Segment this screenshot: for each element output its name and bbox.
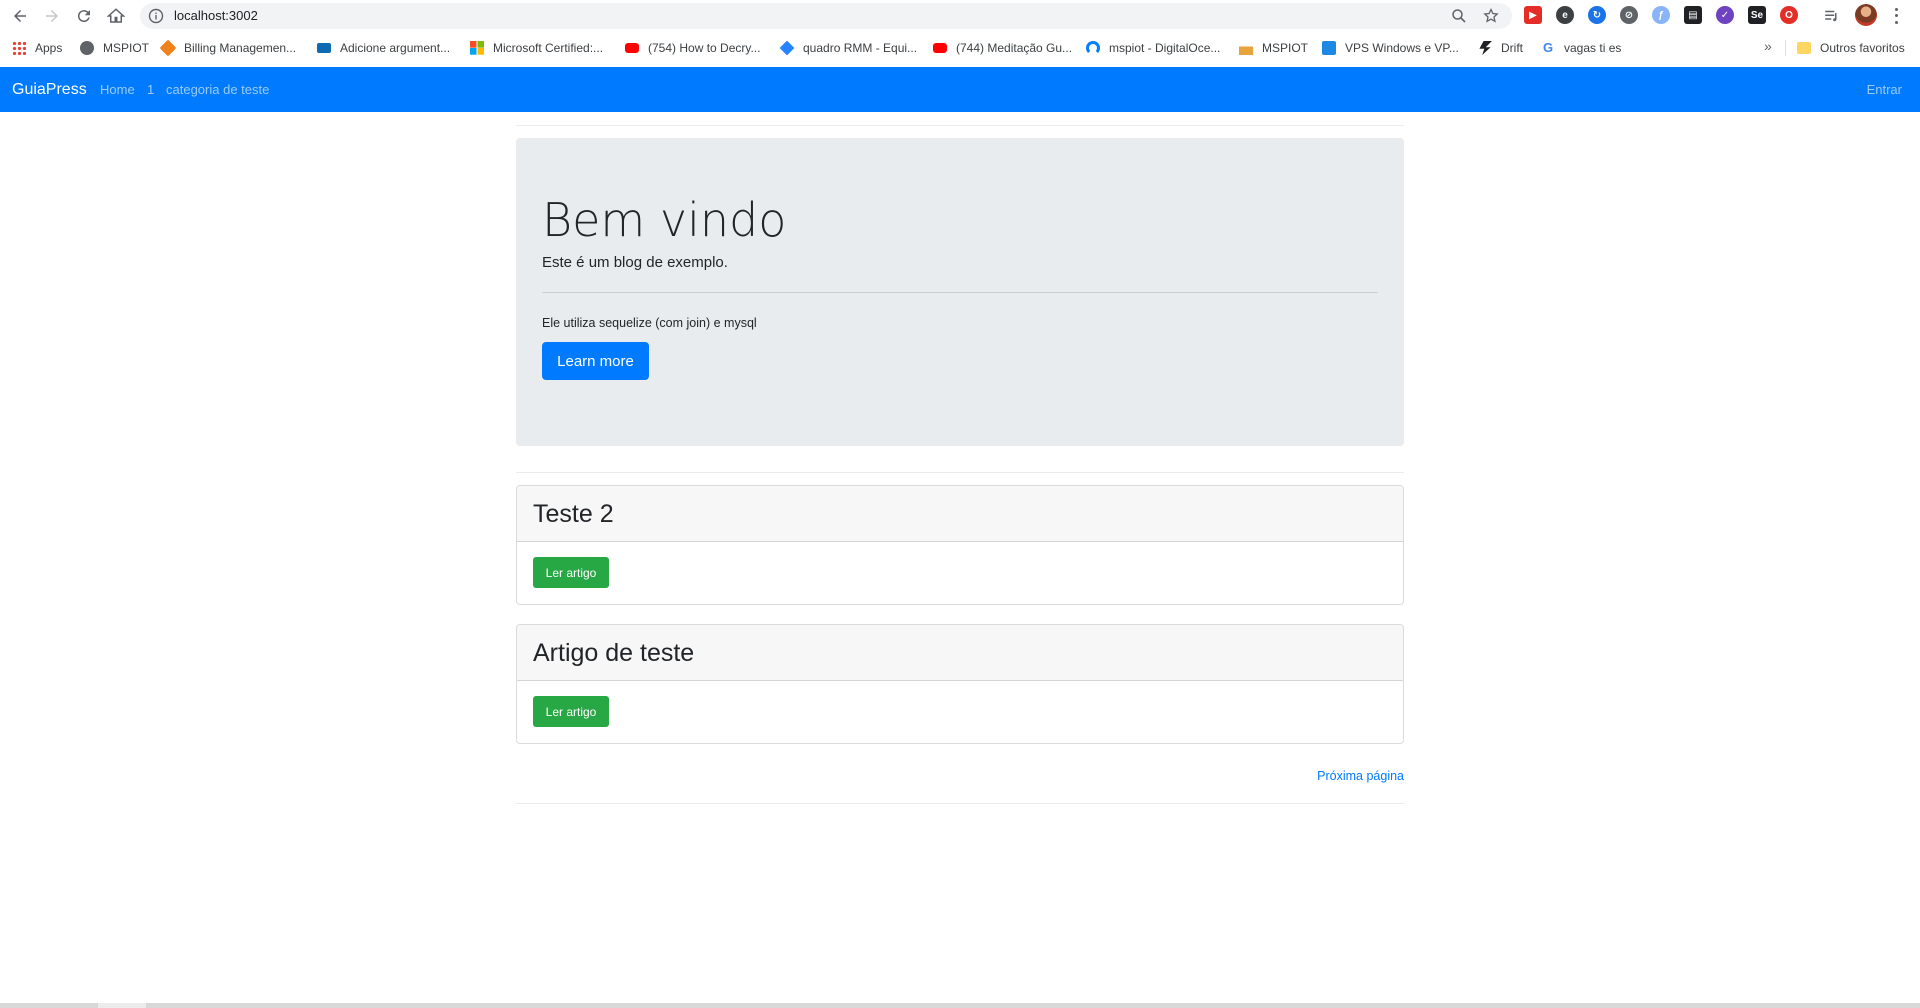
bookmark-label: Drift <box>1501 41 1523 55</box>
folder-icon <box>1797 42 1811 54</box>
chart-icon <box>1239 41 1253 55</box>
bookmark-label: quadro RMM - Equi... <box>803 41 918 55</box>
bookmark-youtube-754[interactable]: (754) How to Decry... <box>625 38 760 58</box>
bookmark-label: Adicione argument... <box>340 41 451 55</box>
billing-icon <box>159 39 177 57</box>
article-card-header: Teste 2 <box>517 486 1403 542</box>
bookmark-adicione[interactable]: Adicione argument... <box>317 38 450 58</box>
bookmarks-bar: Apps MSPIOT Billing Managemen... Adicion… <box>0 34 1920 62</box>
article-card: Artigo de teste Ler artigo <box>516 624 1404 744</box>
read-article-button[interactable]: Ler artigo <box>533 696 609 727</box>
bookmark-label: (754) How to Decry... <box>648 41 761 55</box>
extension-check-icon[interactable]: ✓ <box>1716 6 1734 24</box>
bookmark-drift[interactable]: Drift <box>1478 38 1523 58</box>
jumbotron-text: Ele utiliza sequelize (com join) e mysql <box>542 316 757 330</box>
reload-icon[interactable] <box>72 4 96 28</box>
article-title: Teste 2 <box>533 500 614 528</box>
info-icon[interactable] <box>148 8 164 24</box>
more-menu-icon[interactable] <box>1890 6 1902 26</box>
bookmarks-divider <box>1785 40 1786 56</box>
browser-chrome: localhost:3002 ▶ e ↻ ⊘ ƒ ▤ ✓ Se O Apps M… <box>0 0 1920 67</box>
bookmark-vagas[interactable]: G vagas ti es <box>1541 38 1621 58</box>
address-bar[interactable]: localhost:3002 <box>140 3 1512 29</box>
horizontal-scrollbar[interactable] <box>0 1003 1920 1008</box>
bookmark-mspiot[interactable]: MSPIOT <box>80 38 149 58</box>
bookmark-billing[interactable]: Billing Managemen... <box>159 38 297 58</box>
login-link[interactable]: Entrar <box>1867 82 1902 98</box>
browser-toolbar: localhost:3002 ▶ e ↻ ⊘ ƒ ▤ ✓ Se O <box>0 0 1920 32</box>
bookmark-label: vagas ti es <box>1564 41 1622 55</box>
article-card-body: Ler artigo <box>517 681 1403 743</box>
jira-icon <box>779 40 795 56</box>
nav-link-home[interactable]: Home <box>100 82 135 98</box>
jumbotron: Bem vindo Este é um blog de exemplo. Ele… <box>516 138 1404 446</box>
extension-se-icon[interactable]: Se <box>1748 6 1766 24</box>
bookmark-label: VPS Windows e VP... <box>1345 41 1459 55</box>
bookmark-label: Outros favoritos <box>1820 41 1905 55</box>
bookmark-label: Billing Managemen... <box>184 41 297 55</box>
jumbotron-divider <box>542 292 1378 293</box>
drift-icon <box>1479 41 1492 55</box>
digitalocean-icon <box>1086 41 1100 55</box>
bookmark-label: Apps <box>35 41 63 55</box>
divider <box>516 472 1404 473</box>
bookmarks-overflow-icon[interactable]: » <box>1764 38 1772 54</box>
nav-link-categoria[interactable]: categoria de teste <box>166 82 269 98</box>
read-article-button[interactable]: Ler artigo <box>533 557 609 588</box>
extension-refresh-icon[interactable]: ↻ <box>1588 6 1606 24</box>
extension-e-icon[interactable]: e <box>1556 6 1574 24</box>
bookmark-mspiot-2[interactable]: MSPIOT <box>1239 38 1308 58</box>
bookmark-quadro-rmm[interactable]: quadro RMM - Equi... <box>779 38 918 58</box>
forward-icon[interactable] <box>40 4 64 28</box>
youtube-icon <box>625 43 639 53</box>
bookmark-label: MSPIOT <box>1262 41 1309 55</box>
home-icon[interactable] <box>104 4 128 28</box>
article-card: Teste 2 Ler artigo <box>516 485 1404 605</box>
bookmark-other-favorites[interactable]: Outros favoritos <box>1797 38 1905 58</box>
divider <box>516 803 1404 804</box>
star-icon[interactable] <box>1483 7 1499 24</box>
url-text[interactable]: localhost:3002 <box>174 8 258 24</box>
google-icon: G <box>1542 40 1554 55</box>
bookmark-label: mspiot - DigitalOce... <box>1109 41 1221 55</box>
article-title: Artigo de teste <box>533 639 695 667</box>
bookmark-digitalocean[interactable]: mspiot - DigitalOce... <box>1086 38 1220 58</box>
bookmark-label: MSPIOT <box>103 41 150 55</box>
globe-icon <box>80 41 94 55</box>
extension-search-icon[interactable]: ⊘ <box>1620 6 1638 24</box>
divider <box>516 125 1404 126</box>
jumbotron-lead: Este é um blog de exemplo. <box>542 254 728 271</box>
bookmark-microsoft[interactable]: Microsoft Certified:... <box>470 38 603 58</box>
zoom-icon[interactable] <box>1451 8 1467 24</box>
bookmark-youtube-744[interactable]: (744) Meditação Gu... <box>933 38 1072 58</box>
bookmark-label: Microsoft Certified:... <box>493 41 604 55</box>
brand-link[interactable]: GuiaPress <box>12 80 87 99</box>
back-icon[interactable] <box>8 4 32 28</box>
article-card-body: Ler artigo <box>517 542 1403 604</box>
media-control-icon[interactable] <box>1820 4 1844 28</box>
learn-more-button[interactable]: Learn more <box>542 342 649 380</box>
jumbotron-title: Bem vindo <box>542 193 787 247</box>
article-card-header: Artigo de teste <box>517 625 1403 681</box>
opera-extension-icon[interactable]: O <box>1780 6 1798 24</box>
site-navbar: GuiaPress Home 1 categoria de teste Entr… <box>0 67 1920 112</box>
apps-grid-icon <box>12 41 26 55</box>
server-icon <box>1322 41 1336 55</box>
extension-feather-icon[interactable]: ƒ <box>1652 6 1670 24</box>
bookmark-vps[interactable]: VPS Windows e VP... <box>1322 38 1459 58</box>
nav-link-1[interactable]: 1 <box>147 82 154 98</box>
microsoft-icon <box>470 41 484 55</box>
youtube-extension-icon[interactable]: ▶ <box>1524 6 1542 24</box>
bookmark-label: (744) Meditação Gu... <box>956 41 1073 55</box>
extension-terminal-icon[interactable]: ▤ <box>1684 6 1702 24</box>
next-page-link[interactable]: Próxima página <box>1317 768 1404 784</box>
bookmark-apps[interactable]: Apps <box>12 38 62 58</box>
profile-avatar[interactable] <box>1855 4 1877 26</box>
youtube-icon <box>933 43 947 53</box>
scrollbar-thumb[interactable] <box>98 1003 146 1008</box>
video-icon <box>317 43 331 53</box>
